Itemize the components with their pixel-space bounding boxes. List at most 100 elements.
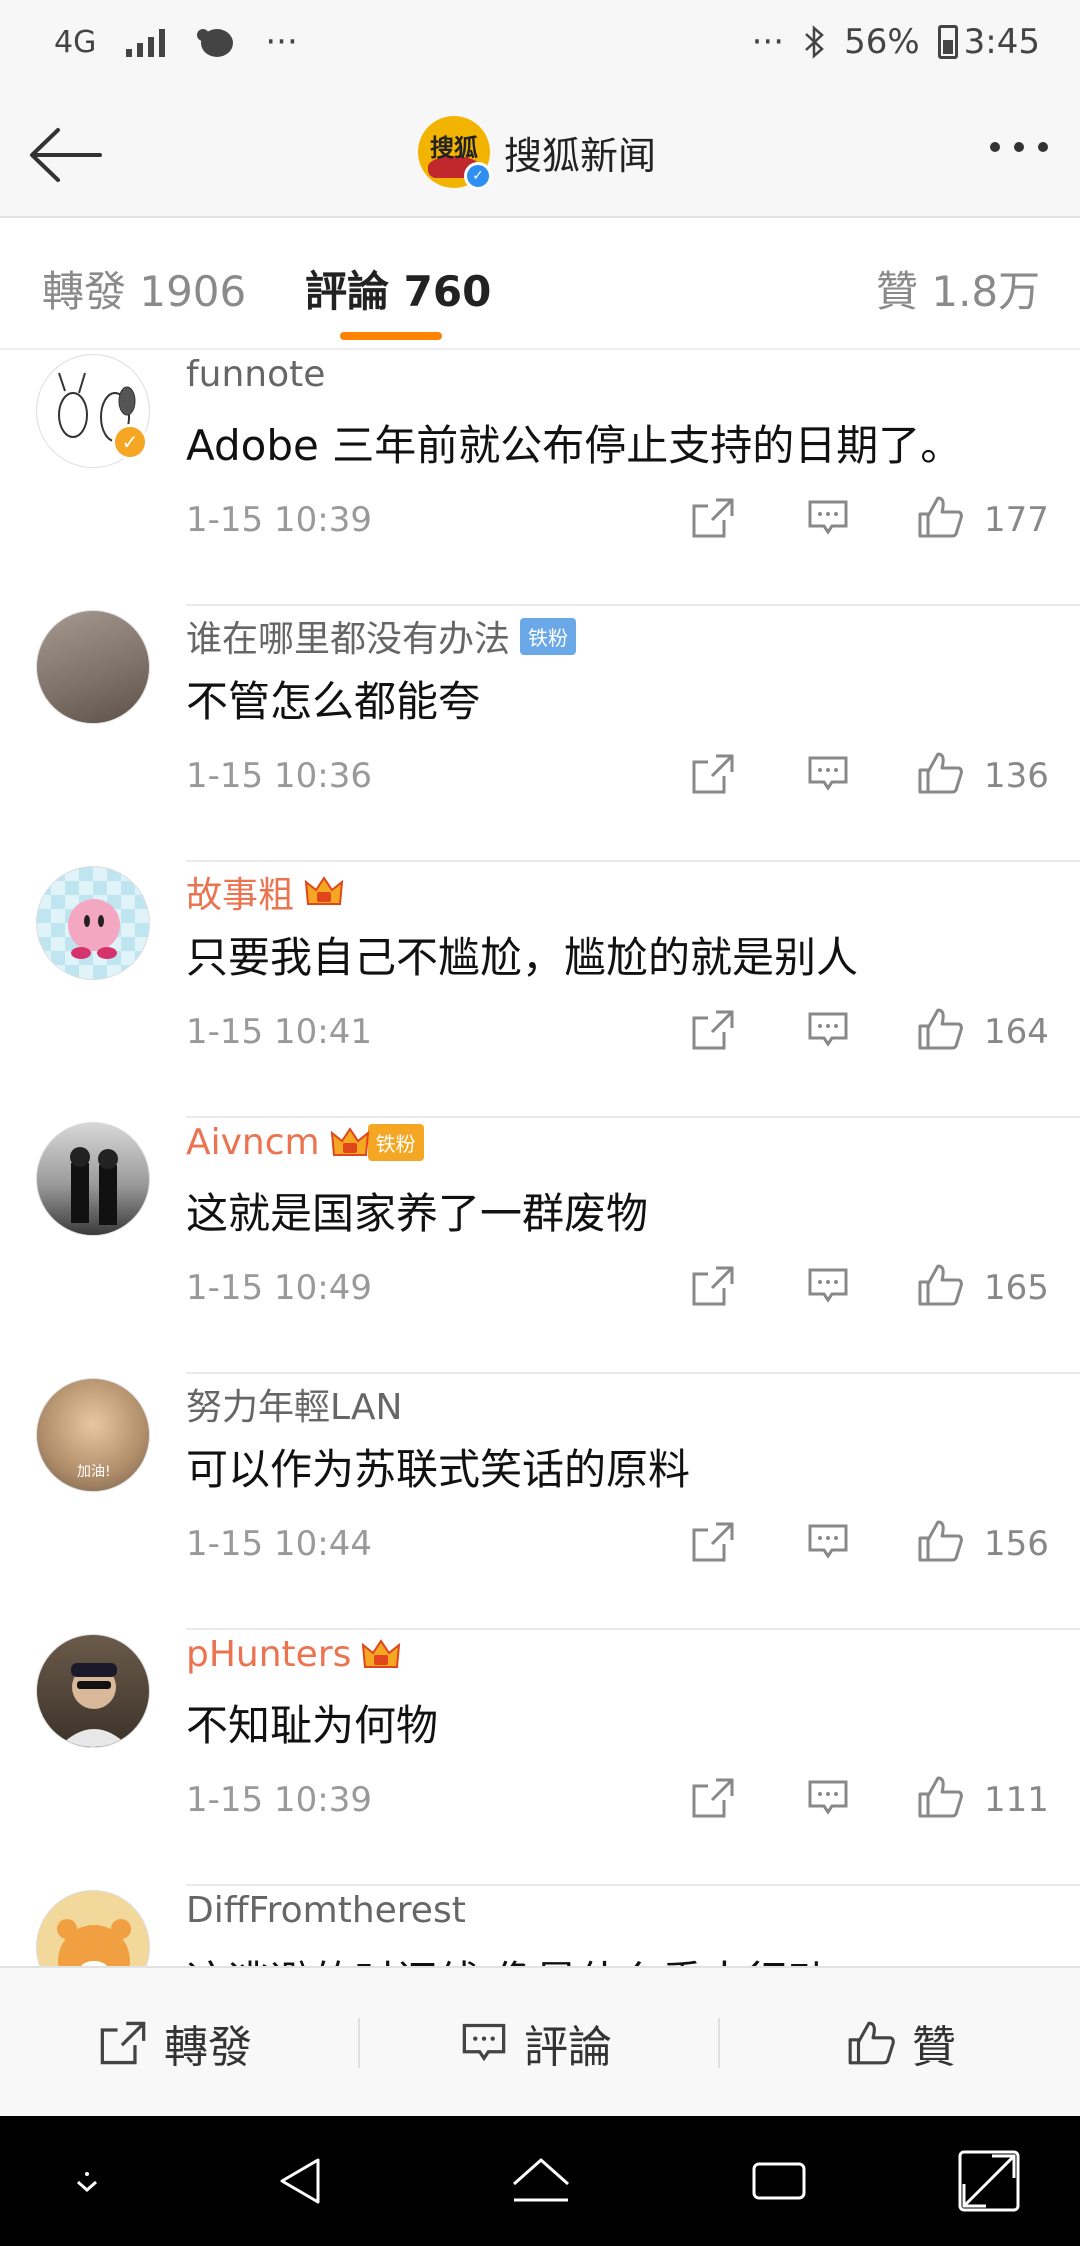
comment-item: Aivncm 铁粉 这就是国家养了一群废物 1-15 10:49 165 (0, 1118, 1080, 1374)
comment-list[interactable]: ✓ funnote Adobe 三年前就公布停止支持的日期了。 1-15 10:… (0, 350, 1080, 1966)
repost-icon[interactable] (690, 496, 736, 540)
like-count: 165 (984, 1268, 1049, 1308)
comment-icon (462, 2023, 506, 2062)
reply-icon[interactable] (806, 1010, 850, 1050)
like-count: 111 (984, 1780, 1049, 1820)
separator (718, 2018, 720, 2068)
reply-icon[interactable] (806, 498, 850, 538)
comment-text: 不管怎么都能夸 (186, 677, 481, 726)
repost-icon[interactable] (690, 1520, 736, 1564)
avatar[interactable] (36, 610, 150, 724)
repost-icon[interactable] (690, 1264, 736, 1308)
expand-icon[interactable] (954, 2146, 1024, 2216)
like-icon[interactable] (916, 1262, 964, 1308)
like-icon[interactable] (916, 1518, 964, 1564)
comment-item: 加油! 努力年輕LAN 可以作为苏联式笑话的原料 1-15 10:44 156 (0, 1374, 1080, 1630)
avatar[interactable] (36, 1122, 150, 1236)
like-icon[interactable] (916, 750, 964, 796)
clock: 3:45 (963, 22, 1040, 62)
status-overflow-left: ··· (265, 22, 298, 62)
comment-item: ✓ funnote Adobe 三年前就公布停止支持的日期了。 1-15 10:… (0, 350, 1080, 606)
comment-item: 谁在哪里都没有办法 铁粉 不管怎么都能夸 1-15 10:36 136 (0, 606, 1080, 862)
comment-time: 1-15 10:44 (186, 1524, 372, 1564)
reply-icon[interactable] (806, 1778, 850, 1818)
system-navigation-bar (0, 2116, 1080, 2246)
comment-item: 故事粗 只要我自己不尴尬，尴尬的就是别人 1-15 10:41 164 (0, 862, 1080, 1118)
like-label: 贊 (912, 2022, 956, 2073)
avatar-caption: 加油! (77, 1464, 111, 1480)
vip-crown-icon (330, 1126, 369, 1156)
comment-username[interactable]: 谁在哪里都没有办法 铁粉 (186, 610, 577, 662)
bluetooth-icon (805, 25, 824, 59)
verified-icon: ✓ (112, 424, 148, 460)
like-icon (848, 2021, 895, 2065)
tab-bar: 轉發 1906 評論 760 贊 1.8万 (0, 220, 1080, 350)
vip-crown-icon (362, 1638, 401, 1668)
like-count: 164 (984, 1012, 1049, 1052)
battery-icon (937, 25, 958, 59)
repost-button[interactable]: 轉發 (98, 1968, 252, 2118)
brand-logo-text: 搜狐 (430, 133, 478, 162)
comment-item: pHunters 不知耻为何物 1-15 10:39 111 (0, 1630, 1080, 1886)
comment-time: 1-15 10:39 (186, 1780, 372, 1820)
comment-username[interactable]: pHunters (186, 1634, 401, 1675)
comment-username[interactable]: funnote (186, 354, 325, 395)
fan-badge: 铁粉 (367, 1124, 424, 1161)
more-options-button[interactable] (990, 142, 1048, 152)
comment-username[interactable]: 努力年輕LAN (186, 1378, 402, 1430)
like-icon[interactable] (916, 1774, 964, 1820)
repost-label: 轉發 (164, 2022, 252, 2073)
comment-username[interactable]: 故事粗 (186, 866, 344, 918)
network-indicator: 4G (54, 24, 97, 60)
repost-icon[interactable] (690, 1008, 736, 1052)
recent-apps-icon[interactable] (744, 2146, 814, 2216)
comment-text: 可以作为苏联式笑话的原料 (186, 1445, 691, 1494)
separator (358, 2018, 360, 2068)
back-nav-icon[interactable] (266, 2146, 336, 2216)
avatar[interactable] (36, 1890, 150, 1966)
battery-percent: 56% (844, 22, 920, 62)
back-button[interactable] (26, 120, 106, 190)
comment-item: DiffFromtherest 这逃避的时间线 像是什么重大行动 (0, 1886, 1080, 1966)
tab-comments[interactable]: 評論 760 (305, 258, 491, 319)
verified-icon: ✓ (464, 162, 492, 190)
avatar[interactable] (36, 866, 150, 980)
comment-username[interactable]: Aivncm 铁粉 (186, 1122, 424, 1163)
avatar[interactable]: 加油! (36, 1378, 150, 1492)
comment-time: 1-15 10:36 (186, 756, 372, 796)
avatar[interactable] (36, 1634, 150, 1748)
active-tab-indicator (340, 332, 442, 340)
like-count: 177 (984, 500, 1049, 540)
comment-time: 1-15 10:41 (186, 1012, 372, 1052)
repost-icon[interactable] (690, 752, 736, 796)
bottom-action-bar: 轉發 評論 贊 (0, 1966, 1080, 2116)
like-count: 156 (984, 1524, 1049, 1564)
back-arrow-icon (30, 128, 102, 182)
like-icon[interactable] (916, 1006, 964, 1052)
tab-reposts[interactable]: 轉發 1906 (42, 258, 246, 319)
comment-text: 只要我自己不尴尬，尴尬的就是别人 (186, 933, 859, 982)
like-icon[interactable] (916, 494, 964, 540)
comment-text: Adobe 三年前就公布停止支持的日期了。 (186, 421, 963, 470)
status-overflow-right: ··· (751, 22, 785, 62)
status-bar: 4G ··· ··· 56% 3:45 (0, 0, 1080, 92)
like-count: 136 (984, 756, 1049, 796)
page-title: 搜狐新闻 (504, 133, 657, 178)
comment-text: 这就是国家养了一群废物 (186, 1189, 649, 1238)
reply-icon[interactable] (806, 1266, 850, 1306)
top-app-bar: 搜狐 ✓ 搜狐新闻 (0, 92, 1080, 218)
fan-badge: 铁粉 (520, 617, 577, 655)
tab-likes[interactable]: 贊 1.8万 (876, 258, 1040, 319)
comment-text: 这逃避的时间线 像是什么重大行动 (186, 1948, 829, 1966)
app-notification-icon (197, 29, 234, 57)
repost-icon (100, 2021, 146, 2065)
account-header[interactable]: 搜狐 ✓ 搜狐新闻 (418, 116, 657, 190)
reply-icon[interactable] (806, 1522, 850, 1562)
like-button[interactable]: 贊 (846, 1968, 956, 2118)
hide-keyboard-icon[interactable] (52, 2146, 122, 2216)
comment-button[interactable]: 評論 (460, 1968, 612, 2118)
repost-icon[interactable] (690, 1776, 736, 1820)
home-nav-icon[interactable] (506, 2146, 576, 2216)
reply-icon[interactable] (806, 754, 850, 794)
comment-username[interactable]: DiffFromtherest (186, 1890, 466, 1931)
